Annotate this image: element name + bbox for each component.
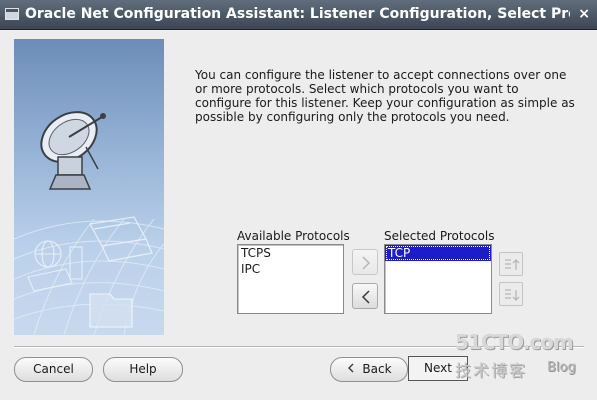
selected-protocols-label: Selected Protocols: [384, 229, 495, 243]
intro-text: You can configure the listener to accept…: [195, 68, 575, 124]
title-bar: Oracle Net Configuration Assistant: List…: [0, 0, 597, 30]
move-right-button[interactable]: [352, 249, 378, 275]
arrow-left-icon: [361, 290, 370, 304]
move-up-icon: [505, 259, 520, 270]
arrow-left-icon: [346, 358, 356, 381]
window-title: Oracle Net Configuration Assistant: List…: [25, 6, 570, 22]
move-down-icon: [505, 289, 520, 301]
wizard-side-image: [14, 39, 164, 335]
watermark-blog: Blog: [547, 360, 576, 375]
cancel-button[interactable]: Cancel: [14, 357, 93, 382]
list-item[interactable]: IPC: [238, 261, 343, 277]
back-button[interactable]: Back: [330, 357, 408, 382]
selected-protocols-list[interactable]: TCP: [384, 244, 492, 314]
arrow-right-icon: [362, 256, 371, 270]
watermark-site: 51CTO.com: [455, 330, 574, 354]
network-illustration: [14, 111, 164, 335]
move-left-button[interactable]: [352, 283, 378, 309]
watermark-sub: 技术博客: [455, 361, 528, 380]
back-button-label: Back: [362, 362, 392, 376]
move-down-button[interactable]: [499, 282, 523, 306]
list-item[interactable]: TCPS: [238, 245, 343, 261]
move-up-button[interactable]: [499, 252, 523, 276]
available-protocols-list[interactable]: TCPS IPC: [237, 244, 344, 314]
window-icon: [5, 8, 19, 20]
list-item[interactable]: TCP: [385, 245, 491, 261]
watermark: 51CTO.com 技术博客 Blog: [455, 330, 595, 380]
close-icon[interactable]: ×: [578, 6, 590, 22]
available-protocols-label: Available Protocols: [237, 229, 350, 243]
help-button[interactable]: Help: [103, 357, 183, 382]
satellite-dish-icon: [40, 111, 106, 190]
